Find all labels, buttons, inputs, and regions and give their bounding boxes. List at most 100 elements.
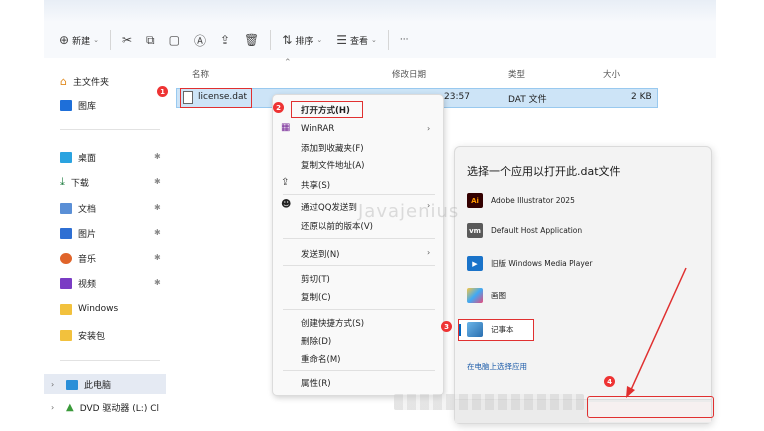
nav-item-this-pc[interactable]: 此电脑 [66,378,111,391]
column-header-modified[interactable]: 修改日期 [392,68,426,80]
trash-icon: 🗑 [244,33,260,47]
toolbar-divider [109,30,111,50]
illustrator-icon: Ai [467,193,483,208]
pin-icon[interactable]: ✱ [154,177,161,186]
app-label: Adobe Illustrator 2025 [491,196,575,205]
scissors-icon: ✂ [121,33,133,47]
app-option-paint[interactable]: 画图 [467,288,506,303]
menu-item-cut[interactable]: 剪切(T) [301,273,330,285]
nav-item-label: 下载 [70,178,89,189]
nav-divider [60,129,160,130]
nav-item-downloads[interactable]: ⤓ 下载 [60,173,89,191]
menu-divider [283,370,435,371]
menu-item-add-favorite[interactable]: 添加到收藏夹(F) [301,142,364,154]
nav-divider [60,360,160,361]
nav-item-desktop[interactable]: 桌面 [60,148,96,166]
delete-button[interactable]: 🗑 [237,28,266,52]
nav-item-label: 主文件夹 [72,77,109,88]
nav-item-label: 此电脑 [84,381,112,391]
menu-divider [283,309,435,310]
sort-icon: ⇅ [282,33,293,47]
nav-item-label: 视频 [78,279,97,290]
paste-icon: ▢ [168,33,180,47]
highlight-box-file [180,88,252,108]
chevron-down-icon: ⌄ [93,36,99,44]
navigation-pane: ⌂ 主文件夹 图库 桌面 ✱ ⤓ 下载 ✱ 文档 ✱ 图片 ✱ 音乐 ✱ 视频 … [44,58,166,431]
toolbar-divider [387,30,389,50]
video-icon [60,277,72,289]
menu-item-send-to[interactable]: 发送到(N) [301,248,340,260]
notepad-icon [467,322,483,337]
context-menu: 打开方式(H) ▦ WinRAR › 添加到收藏夹(F) 复制文件地址(A) ⇪… [272,94,444,396]
home-icon: ⌂ [60,74,67,88]
paint-icon [467,288,483,303]
menu-divider [283,265,435,266]
menu-item-open-with[interactable]: 打开方式(H) [301,104,350,116]
expand-arrow-icon[interactable]: › [51,403,54,412]
nav-item-gallery[interactable]: 图库 [60,96,96,114]
view-button[interactable]: ☰ 查看 ⌄ [329,28,384,52]
column-header-size[interactable]: 大小 [603,68,620,80]
pin-icon[interactable]: ✱ [154,203,161,212]
nav-item-label: 音乐 [78,254,97,265]
menu-item-send-via-qq[interactable]: 通过QQ发送到 [301,201,357,213]
watermark-text: Javajenius [358,201,460,222]
more-icon: ··· [399,35,409,45]
cut-button[interactable]: ✂ [115,28,139,52]
new-button-label: 新建 [72,36,91,47]
nav-item-windows[interactable]: Windows [60,300,118,318]
nav-item-label: 文档 [78,204,97,215]
paste-button[interactable]: ▢ [162,28,187,52]
new-button[interactable]: ⊕ 新建 ⌄ [52,28,106,52]
expand-arrow-icon[interactable]: › [51,380,54,389]
file-size: 2 KB [631,92,652,102]
open-with-dialog: 选择一个应用以打开此.dat文件 Ai Adobe Illustrator 20… [454,146,712,424]
app-option-media-player[interactable]: ▶ 旧版 Windows Media Player [467,256,593,271]
pin-icon[interactable]: ✱ [154,253,161,262]
menu-item-rename[interactable]: 重命名(M) [301,353,340,365]
more-button[interactable]: ··· [393,28,416,52]
nav-item-installers[interactable]: 安装包 [60,326,105,344]
share-button[interactable]: ⇪ [213,28,237,52]
copy-button[interactable]: ⧉ [139,28,162,52]
menu-item-winrar[interactable]: WinRAR [301,124,334,134]
nav-item-music[interactable]: 音乐 [60,249,96,267]
nav-item-dvd-drive[interactable]: ▲ DVD 驱动器 (L:) Cl [66,401,159,414]
menu-item-delete[interactable]: 删除(D) [301,335,331,347]
nav-item-documents[interactable]: 文档 [60,199,96,217]
menu-item-share[interactable]: 共享(S) [301,179,330,191]
view-button-label: 查看 [349,36,368,47]
chevron-down-icon: ⌄ [370,36,377,44]
menu-item-copy-path[interactable]: 复制文件地址(A) [301,159,364,171]
media-player-icon: ▶ [467,256,483,271]
choose-app-on-pc-link[interactable]: 在电脑上选择应用 [467,361,527,372]
selection-indicator [459,324,461,336]
winrar-icon: ▦ [281,122,291,133]
pin-icon[interactable]: ✱ [154,152,161,161]
app-option-notepad[interactable]: 记事本 [467,322,514,337]
pin-icon[interactable]: ✱ [154,228,161,237]
column-header-type[interactable]: 类型 [508,68,525,80]
nav-item-label: 图库 [78,101,97,112]
blurred-caption [394,394,584,410]
menu-item-properties[interactable]: 属性(R) [301,377,331,389]
app-option-illustrator[interactable]: Ai Adobe Illustrator 2025 [467,193,575,208]
step-badge-2: 2 [273,102,284,113]
qq-icon: ☻ [281,199,292,210]
menu-item-copy[interactable]: 复制(C) [301,291,331,303]
step-badge-4: 4 [604,376,615,387]
column-header-name[interactable]: 名称 [192,68,209,80]
nav-item-label: DVD 驱动器 (L:) Cl [79,404,159,414]
sort-button[interactable]: ⇅ 排序 ⌄ [275,28,329,52]
chevron-down-icon: ⌄ [316,36,323,44]
nav-item-videos[interactable]: 视频 [60,274,96,292]
menu-divider [283,238,435,239]
nav-item-pictures[interactable]: 图片 [60,224,96,242]
pin-icon[interactable]: ✱ [154,278,161,287]
picture-icon [60,227,72,239]
rename-button[interactable]: Ⓐ [187,28,213,52]
menu-item-create-shortcut[interactable]: 创建快捷方式(S) [301,317,364,329]
share-icon: ⇪ [281,177,290,188]
app-option-default-host[interactable]: vm Default Host Application [467,223,582,238]
nav-item-home[interactable]: ⌂ 主文件夹 [60,72,109,90]
